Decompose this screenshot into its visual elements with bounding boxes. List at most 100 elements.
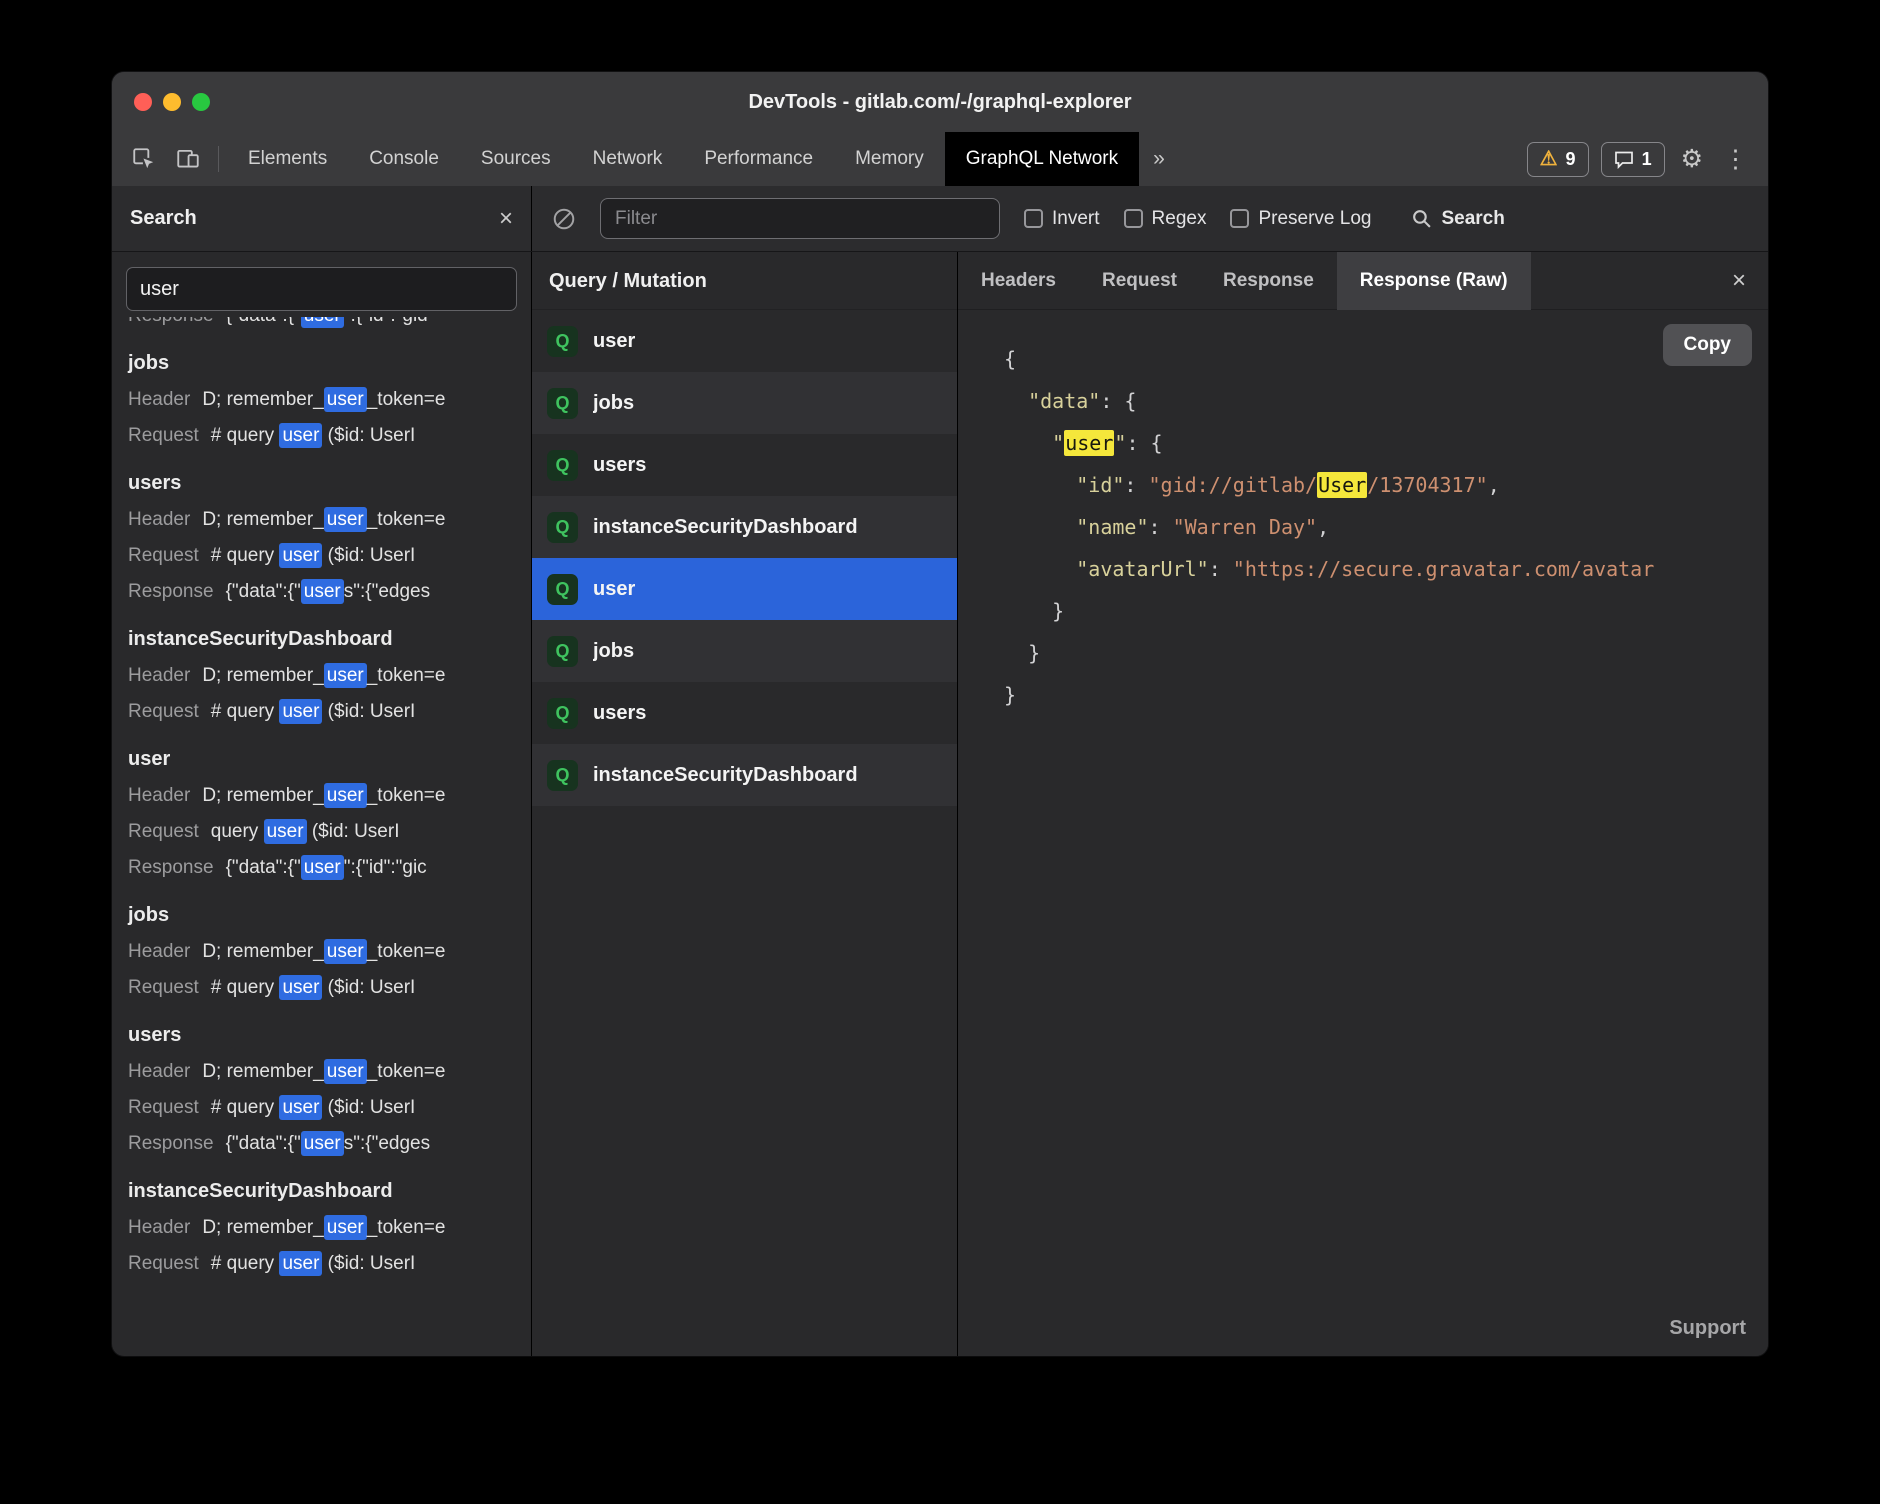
close-window-button[interactable] [134, 93, 152, 111]
query-list-item-label: jobs [593, 640, 634, 663]
inspect-element-icon[interactable] [122, 132, 166, 186]
zoom-window-button[interactable] [192, 93, 210, 111]
search-result-line[interactable]: HeaderD; remember_user_token=e [112, 502, 531, 538]
search-result-operation-name[interactable]: jobs [112, 344, 531, 382]
query-type-badge: Q [547, 326, 578, 357]
query-list-item[interactable]: Quser [532, 310, 957, 372]
json-line: "user": { [1004, 422, 1768, 464]
search-result-line[interactable]: HeaderD; remember_user_token=e [112, 658, 531, 694]
response-raw-json: { "data": { "user": { "id": "gid://gitla… [1004, 338, 1768, 716]
query-type-badge: Q [547, 760, 578, 791]
search-result-line[interactable]: Requestquery user ($id: UserI [112, 814, 531, 850]
devtools-tab-graphql-network[interactable]: GraphQL Network [945, 132, 1139, 186]
clear-requests-icon[interactable] [552, 207, 576, 231]
search-result-operation-name[interactable]: users [112, 1016, 531, 1054]
search-match-highlight: user [301, 855, 344, 880]
search-match-highlight: user [301, 317, 344, 328]
query-list-item[interactable]: QinstanceSecurityDashboard [532, 496, 957, 558]
search-result-line[interactable]: Response{"data":{"users":{"edges [112, 1126, 531, 1162]
devtools-tab-memory[interactable]: Memory [834, 132, 945, 186]
devtools-tab-console[interactable]: Console [348, 132, 460, 186]
search-result-line[interactable]: Response{"data":{"user":{"id":"gid [112, 317, 531, 334]
more-options-icon[interactable]: ⋮ [1719, 147, 1752, 172]
devtools-tab-sources[interactable]: Sources [460, 132, 572, 186]
devtools-tab-performance[interactable]: Performance [683, 132, 834, 186]
query-list-item[interactable]: Qjobs [532, 620, 957, 682]
query-list-item[interactable]: Qusers [532, 682, 957, 744]
more-tabs-chevron-icon[interactable]: » [1139, 147, 1179, 171]
search-result-group: usersHeaderD; remember_user_token=eReque… [112, 454, 531, 610]
devtools-tab-network[interactable]: Network [572, 132, 684, 186]
search-result-line-label: Header [128, 389, 190, 410]
json-line: } [1004, 674, 1768, 716]
query-list-item-label: instanceSecurityDashboard [593, 516, 858, 539]
search-result-line[interactable]: Request# query user ($id: UserI [112, 418, 531, 454]
issues-badge[interactable]: 1 [1601, 142, 1665, 177]
json-line: } [1004, 590, 1768, 632]
response-tab-response-raw[interactable]: Response (Raw) [1337, 252, 1531, 310]
search-result-line[interactable]: HeaderD; remember_user_token=e [112, 1054, 531, 1090]
response-tab-response[interactable]: Response [1200, 252, 1337, 310]
issues-count: 1 [1642, 149, 1652, 170]
device-toolbar-icon[interactable] [166, 132, 210, 186]
close-panel-icon[interactable]: × [1732, 269, 1768, 293]
response-panel: HeadersRequestResponseResponse (Raw) × C… [958, 252, 1768, 1356]
search-result-line-label: Header [128, 941, 190, 962]
search-result-line[interactable]: Request# query user ($id: UserI [112, 1090, 531, 1126]
query-list-item[interactable]: Qusers [532, 434, 957, 496]
search-result-operation-name[interactable]: users [112, 464, 531, 502]
search-match-highlight: user [1064, 430, 1114, 456]
settings-gear-icon[interactable]: ⚙ [1677, 147, 1707, 172]
search-icon [1411, 208, 1432, 229]
search-result-line[interactable]: HeaderD; remember_user_token=e [112, 934, 531, 970]
checkbox-box [1024, 209, 1043, 228]
search-result-operation-name[interactable]: user [112, 740, 531, 778]
response-tab-headers[interactable]: Headers [958, 252, 1079, 310]
search-result-line[interactable]: HeaderD; remember_user_token=e [112, 778, 531, 814]
support-link[interactable]: Support [1669, 1317, 1746, 1340]
copy-button[interactable]: Copy [1663, 324, 1753, 366]
search-result-line[interactable]: Response{"data":{"users":{"edges [112, 574, 531, 610]
search-result-line-label: Request [128, 1253, 199, 1274]
search-result-group: jobsHeaderD; remember_user_token=eReques… [112, 886, 531, 1006]
minimize-window-button[interactable] [163, 93, 181, 111]
search-input[interactable] [126, 267, 517, 311]
search-result-line[interactable]: HeaderD; remember_user_token=e [112, 1210, 531, 1246]
search-result-line[interactable]: Response{"data":{"user":{"id":"gic [112, 850, 531, 886]
search-results-list: Response{"data":{"user":{"id":"gidjobsHe… [112, 317, 531, 1356]
search-match-highlight: user [279, 975, 322, 1000]
search-match-highlight: user [324, 1215, 367, 1240]
warnings-badge[interactable]: ⚠ 9 [1527, 142, 1589, 177]
search-result-operation-name[interactable]: instanceSecurityDashboard [112, 620, 531, 658]
search-result-line[interactable]: Request# query user ($id: UserI [112, 970, 531, 1006]
query-list-item[interactable]: Quser [532, 558, 957, 620]
regex-checkbox[interactable]: Regex [1124, 208, 1207, 230]
invert-checkbox[interactable]: Invert [1024, 208, 1100, 230]
query-list-item[interactable]: Qjobs [532, 372, 957, 434]
search-result-line[interactable]: Request# query user ($id: UserI [112, 1246, 531, 1282]
preserve-log-checkbox[interactable]: Preserve Log [1230, 208, 1371, 230]
search-match-highlight: user [279, 543, 322, 568]
query-type-badge: Q [547, 512, 578, 543]
search-result-line[interactable]: Request# query user ($id: UserI [112, 538, 531, 574]
query-type-badge: Q [547, 574, 578, 605]
query-type-badge: Q [547, 388, 578, 419]
search-result-line[interactable]: HeaderD; remember_user_token=e [112, 382, 531, 418]
devtools-tab-elements[interactable]: Elements [227, 132, 348, 186]
search-result-operation-name[interactable]: instanceSecurityDashboard [112, 1172, 531, 1210]
search-result-line-label: Request [128, 821, 199, 842]
filter-input[interactable] [600, 198, 1000, 239]
search-toggle[interactable]: Search [1411, 208, 1504, 230]
search-result-line-label: Header [128, 1217, 190, 1238]
search-result-line[interactable]: Request# query user ($id: UserI [112, 694, 531, 730]
tabbar-right-cluster: ⚠ 9 1 ⚙ ⋮ [1527, 142, 1768, 177]
titlebar: DevTools - gitlab.com/-/graphql-explorer [112, 72, 1768, 132]
search-result-operation-name[interactable]: jobs [112, 896, 531, 934]
query-list-item-label: instanceSecurityDashboard [593, 764, 858, 787]
response-tab-request[interactable]: Request [1079, 252, 1200, 310]
close-search-icon[interactable]: × [499, 207, 513, 231]
search-match-highlight: user [279, 423, 322, 448]
search-result-line-label: Header [128, 1061, 190, 1082]
query-list-item[interactable]: QinstanceSecurityDashboard [532, 744, 957, 806]
search-result-line-label: Request [128, 545, 199, 566]
